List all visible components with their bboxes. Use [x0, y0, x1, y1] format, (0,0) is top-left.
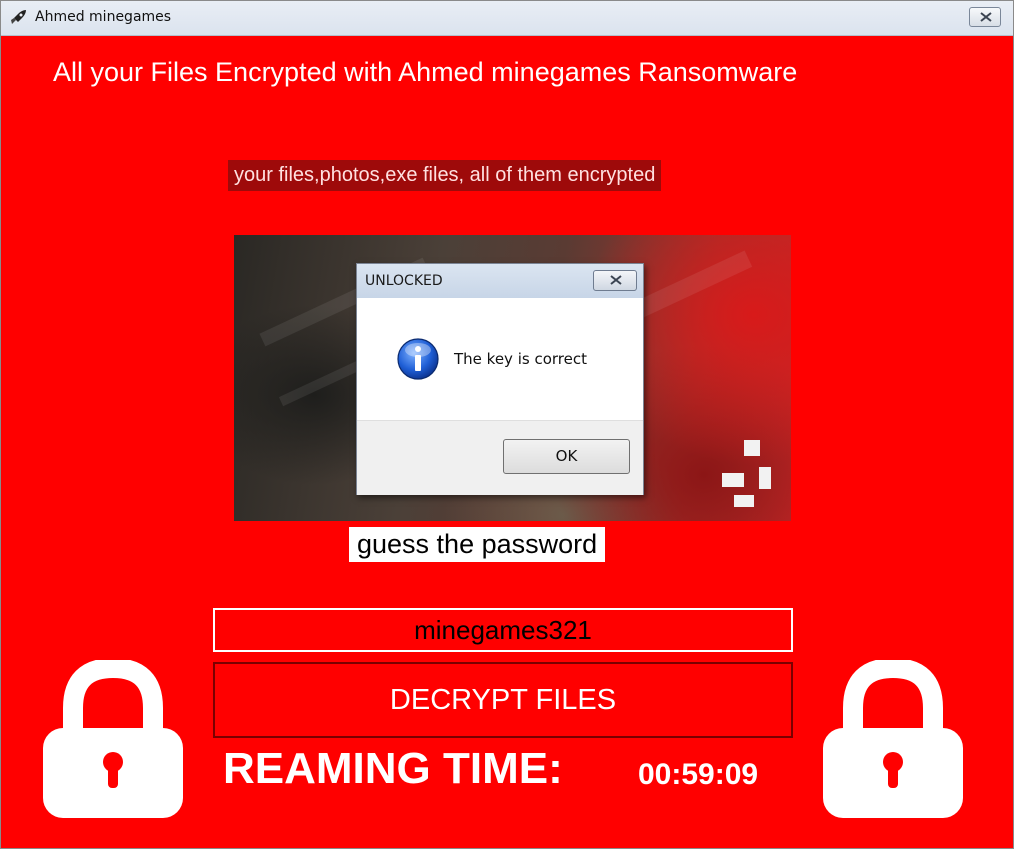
window-titlebar[interactable]: Ahmed minegames	[1, 1, 1013, 36]
dialog-close-button[interactable]	[593, 270, 637, 291]
window-title: Ahmed minegames	[35, 9, 172, 25]
timer-value: 00:59:09	[638, 758, 759, 791]
padlock-icon	[43, 657, 183, 818]
decrypt-files-button[interactable]: DECRYPT FILES	[213, 662, 793, 738]
ransom-subtitle: your files,photos,exe files, all of them…	[228, 160, 662, 191]
dialog-message: The key is correct	[454, 350, 587, 368]
close-icon	[980, 12, 992, 22]
timer-label: REAMING TIME:	[223, 744, 563, 793]
padlock-icon	[823, 657, 963, 818]
unlocked-dialog: UNLOCKED The key is correct OK	[356, 263, 644, 495]
rocket-app-icon	[9, 9, 27, 27]
dialog-titlebar[interactable]: UNLOCKED	[357, 264, 643, 298]
ransom-headline: All your Files Encrypted with Ahmed mine…	[53, 57, 798, 87]
key-input[interactable]: minegames321	[213, 608, 793, 652]
dialog-title: UNLOCKED	[365, 273, 443, 289]
password-prompt: guess the password	[349, 527, 606, 562]
ok-button[interactable]: OK	[503, 439, 630, 474]
ransomware-window: Ahmed minegames All your Files Encrypted…	[0, 0, 1014, 849]
info-icon	[397, 338, 439, 380]
close-icon	[610, 275, 622, 285]
window-close-button[interactable]	[969, 7, 1001, 27]
